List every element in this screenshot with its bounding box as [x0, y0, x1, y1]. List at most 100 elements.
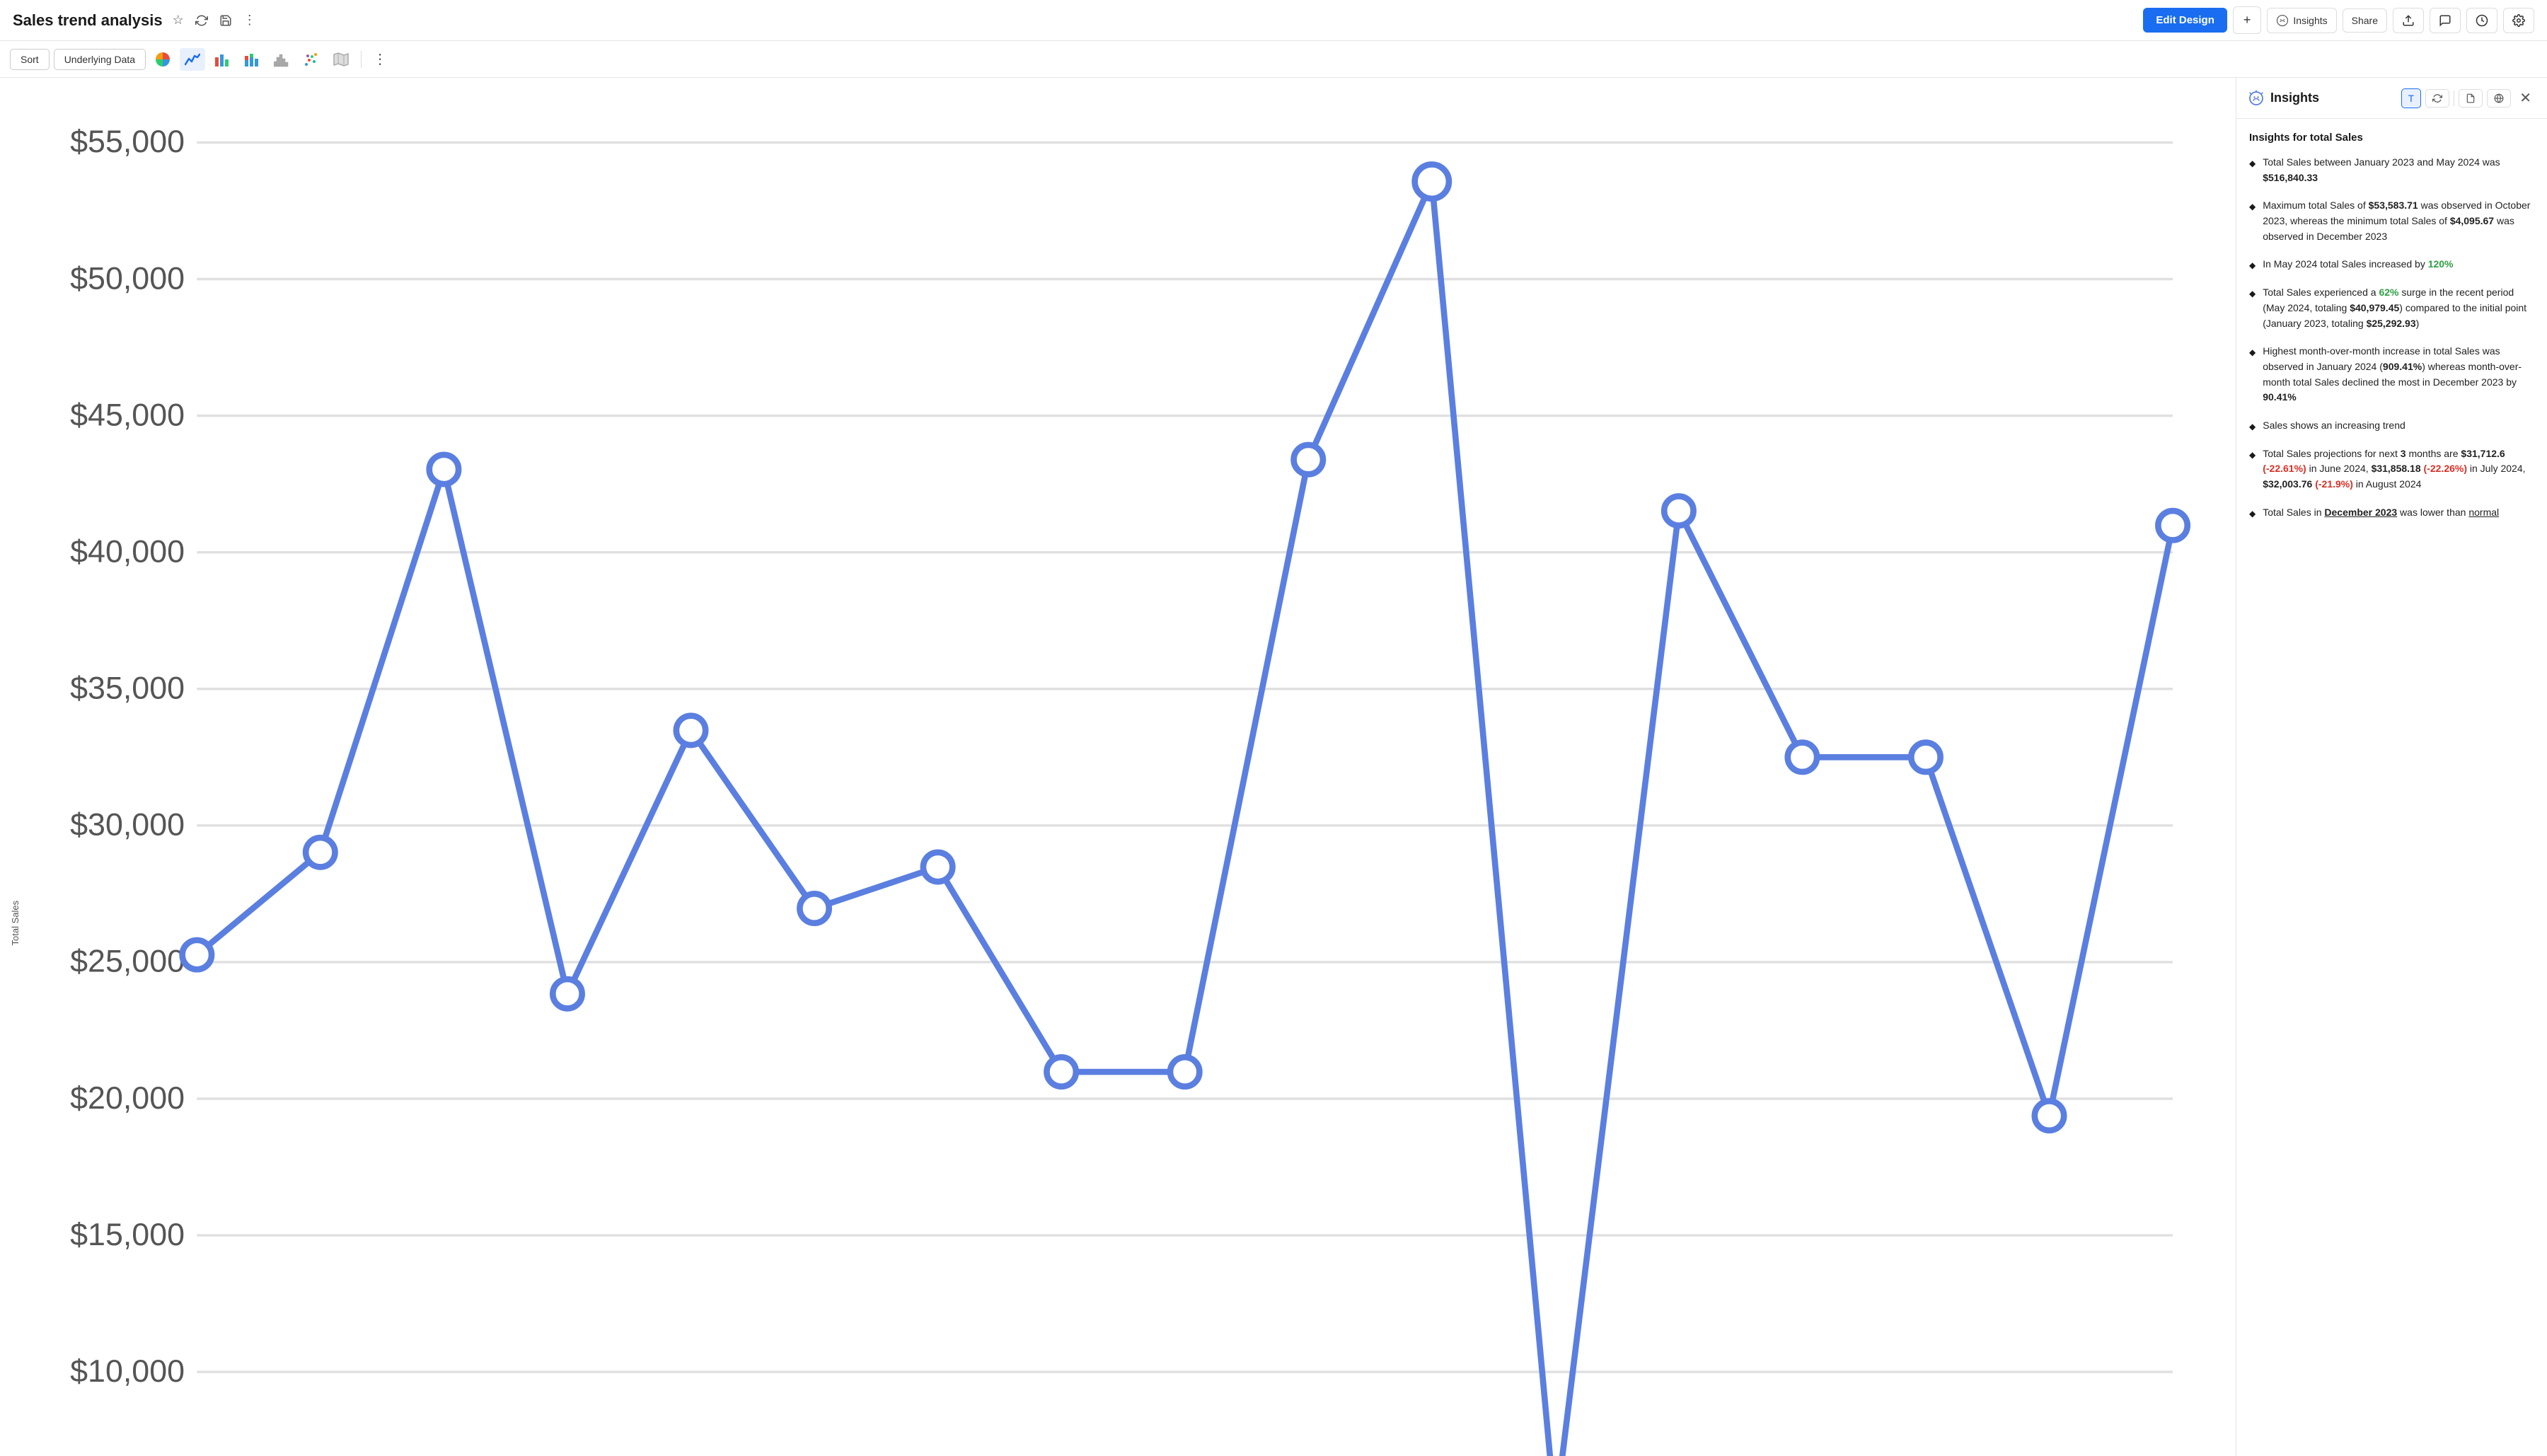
toolbar-more-button[interactable]: ⋮	[369, 47, 391, 71]
insight-item-6: ◆ Sales shows an increasing trend	[2249, 418, 2534, 434]
insights-header-button[interactable]: Insights	[2267, 8, 2336, 33]
stacked-bar-icon	[244, 52, 260, 67]
insight-diamond-5: ◆	[2249, 346, 2256, 359]
refresh-insights-button[interactable]	[2425, 89, 2449, 108]
insight-bold: 909.41%	[2383, 361, 2422, 372]
settings-icon	[2512, 14, 2525, 27]
page-title: Sales trend analysis	[13, 11, 163, 30]
insight-text-6: Sales shows an increasing trend	[2263, 418, 2534, 434]
insight-diamond-8: ◆	[2249, 507, 2256, 521]
insight-bold: $32,003.76	[2263, 478, 2312, 490]
save-button[interactable]	[216, 11, 235, 30]
sort-button[interactable]: Sort	[10, 49, 50, 70]
share-button[interactable]: Share	[2343, 8, 2387, 33]
toolbar: Sort Underlying Data	[0, 41, 2547, 78]
svg-text:$40,000: $40,000	[70, 533, 185, 569]
y-axis-label: Total Sales	[7, 92, 23, 1456]
data-point[interactable]	[2158, 511, 2187, 540]
data-point[interactable]	[553, 979, 582, 1008]
insight-red: (-22.26%)	[2421, 463, 2467, 474]
data-point-max[interactable]	[1415, 164, 1449, 198]
data-point[interactable]	[799, 894, 828, 923]
data-point[interactable]	[183, 940, 212, 969]
insight-bold: $25,292.93	[2367, 318, 2416, 329]
insight-text-8: Total Sales in December 2023 was lower t…	[2263, 505, 2534, 521]
upload-icon	[2402, 14, 2415, 27]
insights-header: Insights T ✕	[2236, 78, 2547, 119]
data-point[interactable]	[1664, 496, 1693, 525]
data-point[interactable]	[676, 716, 705, 745]
favorite-button[interactable]: ☆	[170, 10, 187, 30]
insights-section-title: Insights for total Sales	[2249, 132, 2534, 144]
insight-red: (-22.61%)	[2263, 463, 2306, 474]
history-icon	[2476, 14, 2488, 27]
map-button[interactable]	[328, 48, 354, 71]
main-area: Total Sales	[0, 78, 2547, 1456]
globe-icon	[2494, 93, 2504, 103]
history-button[interactable]	[2466, 8, 2497, 33]
upload-button[interactable]	[2393, 8, 2424, 33]
comment-icon	[2439, 14, 2451, 27]
insight-bold: $516,840.33	[2263, 172, 2318, 183]
chart-svg-container: $55,000 $50,000 $45,000 $40,000 $35,000 …	[26, 92, 2222, 1456]
data-point[interactable]	[1294, 445, 1323, 474]
insight-item-2: ◆ Maximum total Sales of $53,583.71 was …	[2249, 198, 2534, 244]
insights-panel: Insights T ✕ I	[2236, 78, 2547, 1456]
share-label: Share	[2352, 15, 2378, 26]
close-insights-button[interactable]: ✕	[2515, 88, 2536, 108]
data-point[interactable]	[1046, 1057, 1075, 1086]
edit-design-button[interactable]: Edit Design	[2143, 8, 2227, 33]
svg-text:$25,000: $25,000	[70, 944, 185, 979]
chart-wrapper: Total Sales	[7, 92, 2222, 1456]
underlying-data-button[interactable]: Underlying Data	[54, 49, 146, 70]
header-left: Sales trend analysis ☆ ⋮	[13, 10, 259, 30]
refresh-button[interactable]	[192, 11, 211, 30]
svg-text:$50,000: $50,000	[70, 260, 185, 296]
insight-green: 62%	[2379, 287, 2398, 298]
insight-bold: $31,712.6	[2461, 448, 2505, 459]
data-point[interactable]	[306, 838, 335, 867]
insight-underline: December 2023	[2324, 507, 2397, 518]
data-point[interactable]	[1170, 1057, 1199, 1086]
insight-red: (-21.9%)	[2312, 478, 2353, 490]
data-point[interactable]	[2035, 1101, 2064, 1130]
insight-item-3: ◆ In May 2024 total Sales increased by 1…	[2249, 257, 2534, 272]
data-point[interactable]	[1788, 743, 1817, 772]
document-icon	[2466, 93, 2476, 103]
add-button[interactable]: +	[2233, 6, 2262, 34]
line-chart-path	[197, 182, 2173, 1456]
scatter-button[interactable]	[299, 48, 324, 71]
text-format-button[interactable]: T	[2401, 88, 2422, 108]
settings-button[interactable]	[2503, 8, 2534, 33]
histogram-icon	[274, 52, 289, 67]
insights-header-left: Insights	[2248, 90, 2319, 107]
comment-button[interactable]	[2430, 8, 2461, 33]
bar-chart-button[interactable]	[209, 48, 235, 71]
document-button[interactable]	[2459, 89, 2483, 108]
scatter-icon	[304, 52, 319, 67]
insight-diamond-7: ◆	[2249, 449, 2256, 462]
more-button[interactable]: ⋮	[241, 10, 259, 30]
header: Sales trend analysis ☆ ⋮ Edit Design +	[0, 0, 2547, 41]
insight-text-3: In May 2024 total Sales increased by 120…	[2263, 257, 2534, 272]
line-chart-button[interactable]	[180, 48, 205, 71]
data-point[interactable]	[1911, 743, 1940, 772]
svg-text:$30,000: $30,000	[70, 807, 185, 843]
data-point[interactable]	[429, 455, 458, 484]
insight-item-5: ◆ Highest month-over-month increase in t…	[2249, 344, 2534, 405]
header-icons: ☆ ⋮	[170, 10, 259, 30]
pie-chart-button[interactable]	[150, 48, 175, 71]
insight-text-2: Maximum total Sales of $53,583.71 was ob…	[2263, 198, 2534, 244]
insight-bold: $4,095.67	[2450, 215, 2494, 226]
insight-diamond-2: ◆	[2249, 200, 2256, 214]
stacked-bar-button[interactable]	[239, 48, 265, 71]
data-point[interactable]	[923, 853, 952, 882]
insight-diamond-3: ◆	[2249, 259, 2256, 272]
globe-button[interactable]	[2487, 89, 2511, 108]
insights-panel-title: Insights	[2270, 91, 2319, 105]
histogram-button[interactable]	[269, 48, 294, 71]
line-chart-svg: $55,000 $50,000 $45,000 $40,000 $35,000 …	[26, 92, 2222, 1456]
line-chart-icon	[185, 52, 200, 67]
insight-text-7: Total Sales projections for next 3 month…	[2263, 446, 2534, 492]
svg-text:$15,000: $15,000	[70, 1217, 185, 1252]
